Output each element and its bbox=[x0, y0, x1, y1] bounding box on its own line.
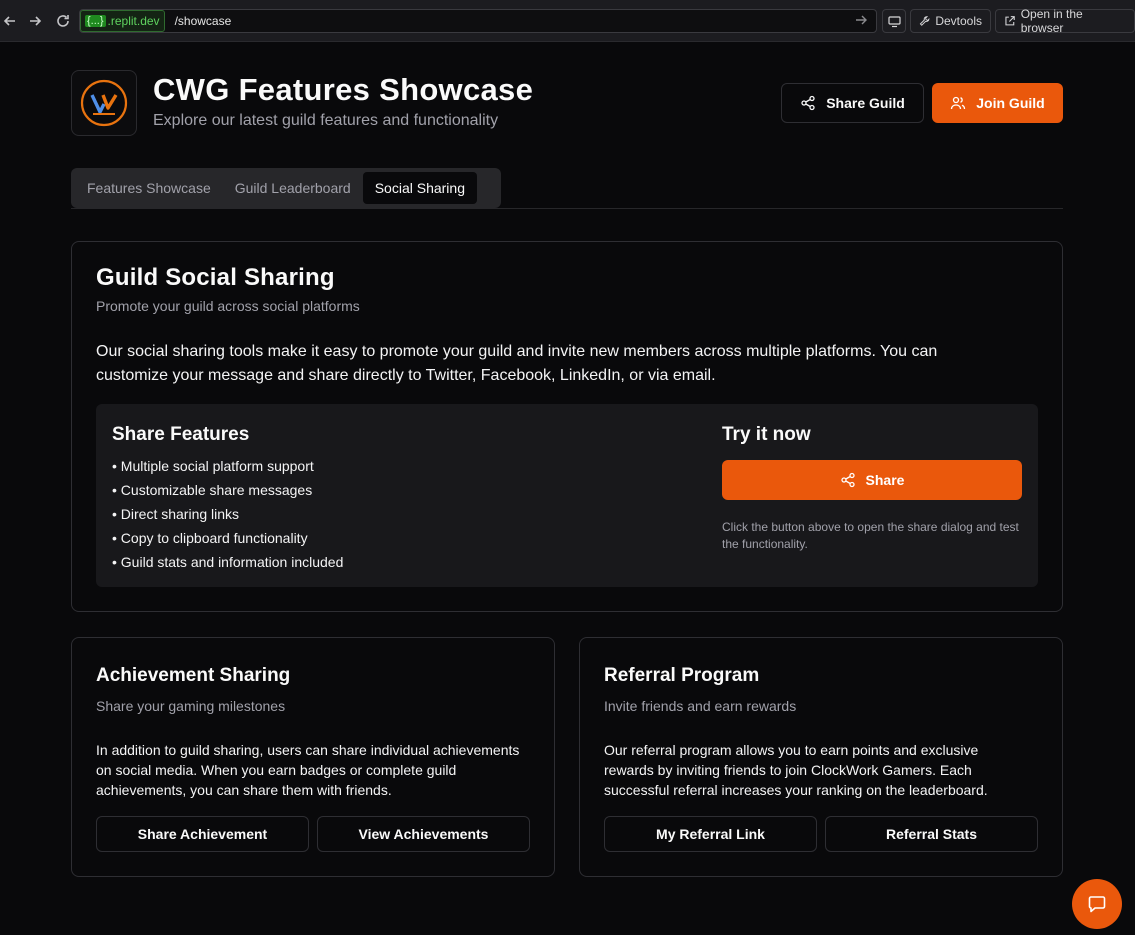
share-features-list: • Multiple social platform support • Cus… bbox=[112, 457, 343, 577]
description-line-1: Our social sharing tools make it easy to… bbox=[96, 343, 938, 360]
tab-social-sharing[interactable]: Social Sharing bbox=[362, 172, 477, 204]
social-card-description: Our social sharing tools make it easy to… bbox=[96, 340, 1036, 388]
list-item: • Multiple social platform support bbox=[112, 458, 314, 474]
page-title: CWG Features Showcase bbox=[153, 72, 534, 107]
achievement-card-description: In addition to guild sharing, users can … bbox=[96, 742, 520, 798]
share-icon bbox=[840, 472, 855, 488]
chat-button[interactable] bbox=[1072, 879, 1122, 929]
url-domain-text: .replit.dev bbox=[107, 14, 160, 28]
description-line-2: customize your message and share directl… bbox=[96, 367, 716, 384]
users-icon bbox=[951, 96, 966, 110]
share-icon bbox=[801, 95, 815, 111]
guild-logo bbox=[71, 70, 137, 136]
list-item: • Customizable share messages bbox=[112, 482, 313, 498]
url-domain: {...} .replit.dev bbox=[80, 10, 165, 32]
tab-guild-leaderboard[interactable]: Guild Leaderboard bbox=[223, 172, 363, 204]
tab-features-showcase[interactable]: Features Showcase bbox=[75, 172, 223, 204]
go-arrow-icon[interactable] bbox=[854, 13, 870, 29]
tab-list: Features Showcase Guild Leaderboard Soci… bbox=[71, 168, 501, 208]
referral-card-title: Referral Program bbox=[604, 665, 760, 686]
view-achievements-button[interactable]: View Achievements bbox=[317, 816, 530, 852]
screen-icon[interactable] bbox=[882, 9, 906, 33]
referral-card-description: Our referral program allows you to earn … bbox=[604, 742, 988, 798]
achievement-card-title: Achievement Sharing bbox=[96, 665, 291, 686]
referral-card-subtitle: Invite friends and earn rewards bbox=[604, 698, 797, 714]
share-button[interactable]: Share bbox=[722, 460, 1022, 500]
share-guild-label: Share Guild bbox=[826, 95, 905, 111]
list-item: • Direct sharing links bbox=[112, 506, 240, 522]
cwg-logo-icon bbox=[80, 79, 128, 127]
url-bar[interactable]: {...} .replit.dev /showcase bbox=[79, 9, 877, 33]
referral-stats-button[interactable]: Referral Stats bbox=[825, 816, 1038, 852]
share-guild-button[interactable]: Share Guild bbox=[781, 83, 924, 123]
devtools-label: Devtools bbox=[935, 14, 982, 28]
join-guild-button[interactable]: Join Guild bbox=[932, 83, 1063, 123]
share-features-heading: Share Features bbox=[112, 424, 250, 445]
back-icon[interactable] bbox=[0, 11, 20, 31]
share-button-label: Share bbox=[865, 472, 905, 488]
chat-icon bbox=[1088, 896, 1106, 913]
social-card-subtitle: Promote your guild across social platfor… bbox=[96, 298, 360, 314]
my-referral-link-button[interactable]: My Referral Link bbox=[604, 816, 817, 852]
reload-icon[interactable] bbox=[53, 11, 73, 31]
open-browser-label: Open in the browser bbox=[1020, 7, 1083, 35]
join-guild-label: Join Guild bbox=[976, 95, 1045, 111]
replit-badge: {...} bbox=[85, 15, 106, 27]
social-card-title: Guild Social Sharing bbox=[96, 264, 335, 291]
try-it-heading: Try it now bbox=[722, 424, 811, 445]
tabs-divider bbox=[71, 208, 1063, 209]
page-subtitle: Explore our latest guild features and fu… bbox=[153, 112, 499, 129]
url-path: /showcase bbox=[174, 14, 232, 28]
list-item: • Guild stats and information included bbox=[112, 554, 344, 570]
external-link-icon bbox=[1005, 16, 1015, 26]
browser-toolbar: {...} .replit.dev /showcase Devtools Ope… bbox=[0, 0, 1135, 42]
list-item: • Copy to clipboard functionality bbox=[112, 530, 308, 546]
devtools-button[interactable]: Devtools bbox=[910, 9, 991, 33]
try-it-note: Click the button above to open the share… bbox=[722, 520, 1019, 551]
wrench-icon bbox=[919, 16, 930, 26]
open-in-browser-button[interactable]: Open in the browser bbox=[995, 7, 1135, 35]
forward-icon[interactable] bbox=[25, 11, 45, 31]
share-achievement-button[interactable]: Share Achievement bbox=[96, 816, 309, 852]
achievement-card-subtitle: Share your gaming milestones bbox=[96, 698, 286, 714]
